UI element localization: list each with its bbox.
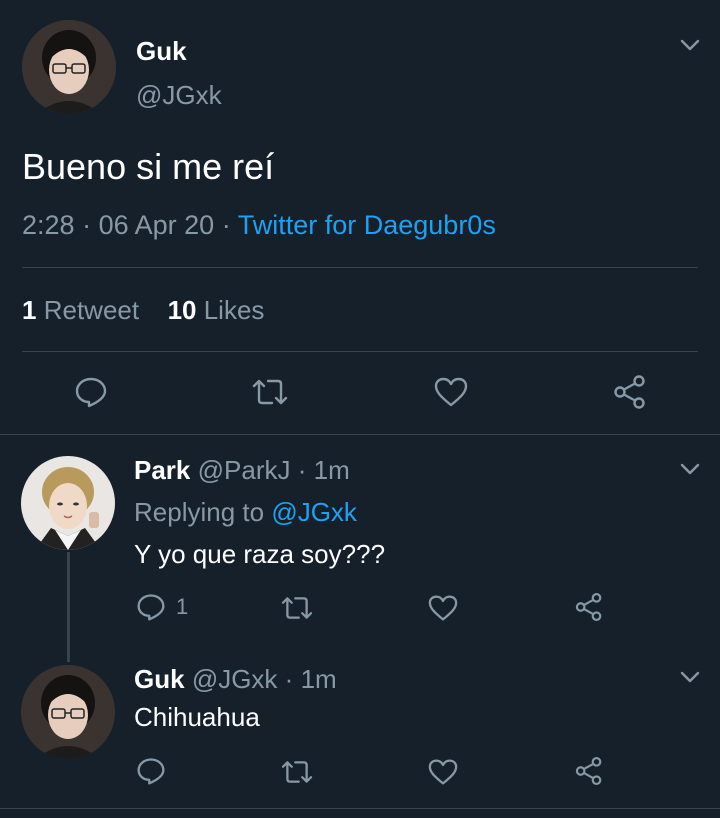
retweet-count: 1 xyxy=(22,295,37,325)
share-icon[interactable] xyxy=(574,592,604,622)
reply-icon[interactable] xyxy=(74,375,108,409)
chevron-down-icon[interactable] xyxy=(680,38,700,52)
avatar-guk[interactable] xyxy=(21,665,115,759)
tweet-date: 06 Apr 20 xyxy=(98,210,215,240)
reply-count: 1 xyxy=(176,594,189,619)
retweet-icon[interactable] xyxy=(279,758,315,786)
meta-separator: · xyxy=(82,210,92,240)
divider xyxy=(22,351,698,352)
retweet-label: Retweet xyxy=(43,295,140,325)
reply-separator: · xyxy=(297,455,307,485)
like-label: Likes xyxy=(203,295,265,325)
retweet-icon[interactable] xyxy=(250,376,290,408)
main-tweet-display-name[interactable]: Guk xyxy=(136,36,187,67)
likes-stat[interactable]: 10 Likes xyxy=(168,295,265,325)
retweet-stat[interactable]: 1 Retweet xyxy=(22,295,146,325)
meta-separator: · xyxy=(221,210,231,240)
reply-icon[interactable] xyxy=(136,756,166,786)
reply-header: Park @ParkJ · 1m xyxy=(134,455,350,486)
avatar-guk[interactable] xyxy=(22,20,116,114)
reply-icon[interactable] xyxy=(136,592,166,622)
share-icon[interactable] xyxy=(574,756,604,786)
engagement-stats: 1 Retweet 10 Likes xyxy=(22,295,264,326)
like-heart-icon[interactable] xyxy=(433,376,469,408)
replying-to-label: Replying to xyxy=(134,497,265,527)
replying-to-mention[interactable]: @JGxk xyxy=(271,497,357,527)
section-divider xyxy=(0,808,720,809)
main-tweet-meta: 2:28 · 06 Apr 20 · Twitter for Daegubr0s xyxy=(22,210,496,241)
retweet-icon[interactable] xyxy=(279,594,315,622)
reply-time: 1m xyxy=(300,664,337,694)
thread-line xyxy=(67,552,70,662)
divider xyxy=(22,267,698,268)
avatar-park[interactable] xyxy=(21,456,115,550)
reply-header: Guk @JGxk · 1m xyxy=(134,664,337,695)
reply-display-name[interactable]: Park xyxy=(134,455,190,485)
like-heart-icon[interactable] xyxy=(427,594,459,622)
share-icon[interactable] xyxy=(612,374,648,410)
reply-text: Y yo que raza soy??? xyxy=(134,539,386,569)
main-tweet-handle[interactable]: @JGxk xyxy=(136,80,222,111)
reply-separator: · xyxy=(284,664,294,694)
reply-handle[interactable]: @JGxk xyxy=(192,664,278,694)
tweet-time: 2:28 xyxy=(22,210,75,240)
reply-handle[interactable]: @ParkJ xyxy=(198,455,291,485)
reply-text: Chihuahua xyxy=(134,702,260,732)
reply-display-name[interactable]: Guk xyxy=(134,664,185,694)
reply-action[interactable]: 1 xyxy=(136,592,188,622)
chevron-down-icon[interactable] xyxy=(680,670,700,684)
section-divider xyxy=(0,434,720,435)
tweet-source-link[interactable]: Twitter for Daegubr0s xyxy=(238,210,496,240)
like-count: 10 xyxy=(167,295,197,325)
reply-time: 1m xyxy=(313,455,350,485)
replying-to-line: Replying to @JGxk xyxy=(134,497,357,528)
main-tweet-text: Bueno si me reí xyxy=(22,146,275,187)
like-heart-icon[interactable] xyxy=(427,758,459,786)
chevron-down-icon[interactable] xyxy=(680,462,700,476)
